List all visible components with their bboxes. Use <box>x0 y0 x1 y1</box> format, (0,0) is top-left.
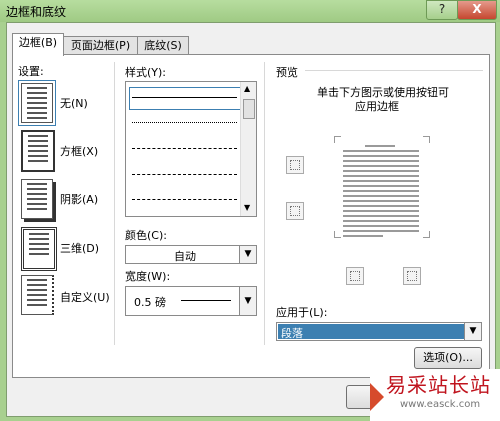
watermark: 易采站长站 www.easck.com <box>370 369 500 421</box>
watermark-logo-icon <box>370 383 384 411</box>
tab-shading[interactable]: 底纹(S) <box>137 36 189 55</box>
help-button[interactable]: ? <box>426 0 458 20</box>
corner-mark <box>334 136 341 143</box>
settings-heading: 设置: <box>18 65 44 78</box>
divider <box>264 62 265 345</box>
window-title: 边框和底纹 <box>6 5 67 19</box>
options-button[interactable]: 选项(O)... <box>414 347 482 369</box>
width-label: 宽度(W): <box>125 270 171 283</box>
width-sample-line <box>181 300 231 301</box>
width-value: 0.5 磅 <box>134 296 166 309</box>
preview-hint-2: 应用边框 <box>355 100 399 113</box>
setting-custom-label[interactable]: 自定义(U) <box>60 289 110 305</box>
chevron-down-icon[interactable]: ▼ <box>239 246 256 263</box>
preview-separator <box>305 70 483 71</box>
style-dashed-long[interactable] <box>132 174 237 175</box>
watermark-text: 易采站长站 <box>386 373 491 397</box>
scroll-down-icon[interactable]: ▼ <box>244 203 250 212</box>
setting-3d[interactable] <box>19 226 57 271</box>
chevron-down-icon[interactable]: ▼ <box>464 323 481 340</box>
none-border-icon <box>18 80 56 126</box>
color-value: 自动 <box>174 250 196 263</box>
setting-3d-label[interactable]: 三维(D) <box>60 240 99 256</box>
style-dotted[interactable] <box>132 122 237 123</box>
tab-borders[interactable]: 边框(B) <box>12 33 64 56</box>
setting-shadow[interactable] <box>19 178 55 219</box>
divider <box>114 62 115 345</box>
style-option-selected[interactable] <box>129 87 241 110</box>
scroll-up-icon[interactable]: ▲ <box>244 84 250 93</box>
apply-selection <box>278 324 464 339</box>
apply-dropdown[interactable]: 段落 ▼ <box>276 322 482 341</box>
preview-area[interactable] <box>334 136 430 238</box>
style-dash-dot[interactable] <box>132 199 237 200</box>
dialog-window: 边框和底纹 ? X 边框(B) 页面边框(P) 底纹(S) 设置: 无(N) 方… <box>0 0 500 421</box>
custom-border-icon <box>21 275 54 315</box>
apply-value: 段落 <box>281 327 303 340</box>
setting-none[interactable] <box>18 80 56 126</box>
width-dropdown[interactable]: 0.5 磅 ▼ <box>125 286 257 316</box>
preview-document <box>343 142 419 237</box>
title-bar[interactable]: 边框和底纹 ? X <box>0 0 500 22</box>
left-border-button[interactable] <box>346 267 364 285</box>
watermark-url: www.easck.com <box>400 399 481 410</box>
style-list[interactable]: ▲ ▼ <box>125 81 257 217</box>
apply-label: 应用于(L): <box>276 306 328 319</box>
style-label: 样式(Y): <box>125 66 167 79</box>
setting-box-label[interactable]: 方框(X) <box>60 143 98 159</box>
setting-box[interactable] <box>19 129 55 172</box>
preview-heading: 预览 <box>276 66 298 79</box>
style-dashed-short[interactable] <box>132 148 237 149</box>
color-dropdown[interactable]: 自动 ▼ <box>125 245 257 264</box>
close-button[interactable]: X <box>457 0 497 20</box>
setting-shadow-label[interactable]: 阴影(A) <box>60 191 98 207</box>
right-border-button[interactable] <box>403 267 421 285</box>
corner-mark <box>423 231 430 238</box>
scroll-thumb[interactable] <box>243 99 255 119</box>
style-scrollbar[interactable]: ▲ ▼ <box>240 82 256 216</box>
top-border-button[interactable] <box>286 156 304 174</box>
corner-mark <box>334 231 341 238</box>
corner-mark <box>423 136 430 143</box>
style-solid[interactable] <box>132 97 237 98</box>
bottom-border-button[interactable] <box>286 202 304 220</box>
setting-custom[interactable] <box>19 274 55 315</box>
setting-none-label[interactable]: 无(N) <box>60 95 88 111</box>
shadow-border-icon <box>21 179 53 219</box>
box-border-icon <box>21 130 55 172</box>
3d-border-icon <box>21 227 57 271</box>
chevron-down-icon[interactable]: ▼ <box>239 287 256 315</box>
tab-page-borders[interactable]: 页面边框(P) <box>62 36 139 55</box>
color-label: 颜色(C): <box>125 229 167 242</box>
